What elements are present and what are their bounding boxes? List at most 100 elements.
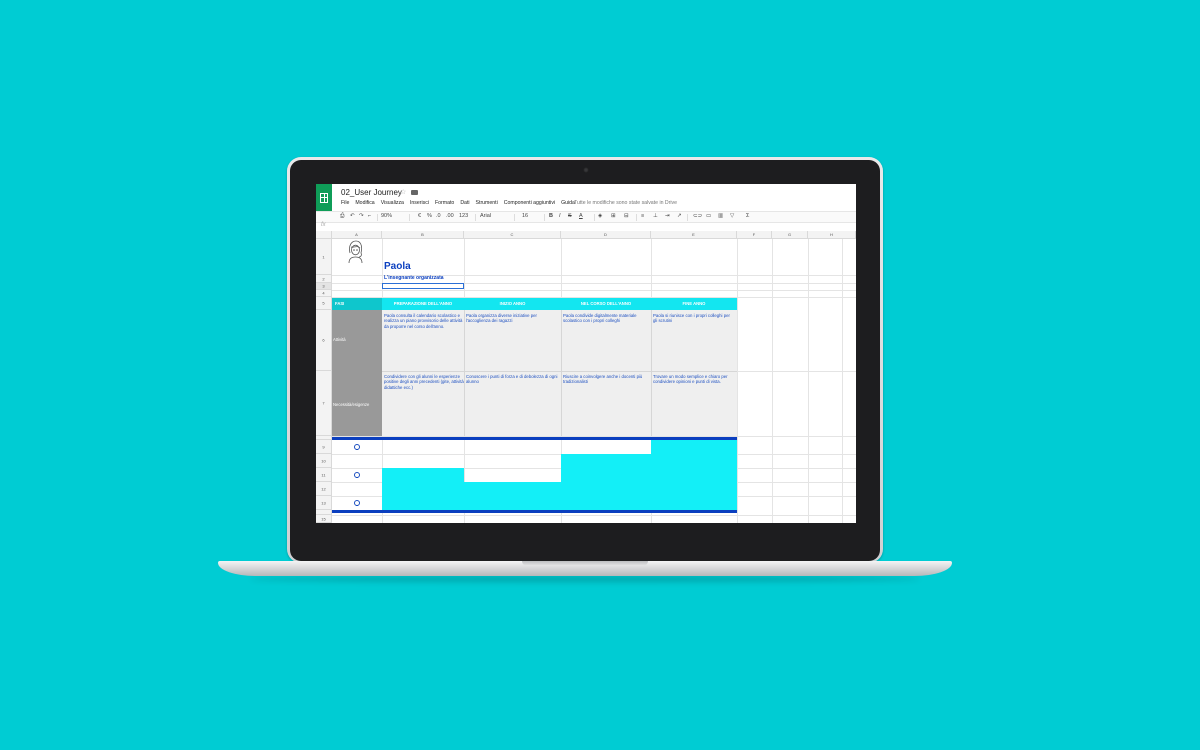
menu-guida[interactable]: Guida bbox=[561, 200, 575, 206]
need-cell[interactable]: Conoscere i punti di forza e di debolezz… bbox=[466, 374, 558, 385]
font-size-select[interactable]: 16 bbox=[522, 213, 528, 219]
menu-componenti-aggiuntivi[interactable]: Componenti aggiuntivi bbox=[504, 200, 555, 206]
persona-avatar-icon bbox=[348, 240, 363, 264]
gridline bbox=[737, 239, 738, 523]
row-header-1[interactable]: 1 bbox=[316, 239, 332, 275]
need-cell[interactable]: Riuscire a coinvolgere anche i docenti p… bbox=[563, 374, 643, 385]
borders-icon[interactable]: ⊞ bbox=[611, 213, 616, 219]
menu-strumenti[interactable]: Strumenti bbox=[476, 200, 498, 206]
gridline bbox=[464, 310, 465, 436]
toolbar-divider bbox=[594, 214, 595, 221]
column-header-e[interactable]: E bbox=[651, 231, 737, 239]
filter-icon[interactable]: ▽ bbox=[730, 213, 734, 219]
activity-cell[interactable]: Paola consulta il calendario scolastico … bbox=[384, 313, 464, 329]
text-wrap-icon[interactable]: ⇥ bbox=[665, 213, 670, 219]
phase-inizio-anno: INIZIO ANNO bbox=[464, 298, 561, 310]
row-number: 13 bbox=[321, 500, 326, 505]
currency-button[interactable]: € bbox=[418, 213, 421, 219]
column-header-g[interactable]: G bbox=[772, 231, 808, 239]
row-header-2[interactable]: 2 bbox=[316, 275, 332, 283]
document-title[interactable]: 02_User Journey bbox=[341, 188, 402, 197]
strikethrough-button[interactable]: S bbox=[568, 213, 572, 219]
row-header-9[interactable]: 9 bbox=[316, 440, 332, 454]
emotion-bar bbox=[651, 440, 737, 510]
menu-formato[interactable]: Formato bbox=[435, 200, 454, 206]
toolbar-divider bbox=[475, 214, 476, 221]
column-header-f[interactable]: F bbox=[737, 231, 772, 239]
font-select[interactable]: Arial bbox=[480, 213, 491, 219]
activity-cell[interactable]: Paola si riunisce con i propri colleghi … bbox=[653, 313, 733, 324]
persona-name: Paola bbox=[384, 261, 411, 272]
sheet-grid[interactable]: A B C D E F G H 1 2 3 4 5 6 7 9 10 11 12… bbox=[316, 231, 856, 523]
undo-icon[interactable]: ↶ bbox=[350, 213, 355, 219]
zoom-select[interactable]: 90% bbox=[381, 213, 392, 219]
activity-cell[interactable]: Paola organizza diverse iniziative per l… bbox=[466, 313, 558, 324]
column-header-d[interactable]: D bbox=[561, 231, 651, 239]
menu-dati[interactable]: Dati bbox=[460, 200, 469, 206]
row-header-6[interactable]: 6 bbox=[316, 310, 332, 371]
menu-file[interactable]: File bbox=[341, 200, 349, 206]
gridline bbox=[651, 310, 652, 436]
column-header-c[interactable]: C bbox=[464, 231, 561, 239]
select-all-corner[interactable] bbox=[316, 231, 332, 239]
menu-visualizza[interactable]: Visualizza bbox=[381, 200, 404, 206]
chart-icon[interactable]: ▥ bbox=[718, 213, 723, 219]
gridline bbox=[808, 239, 809, 523]
row-label-attivita: Attività bbox=[333, 337, 346, 342]
functions-button[interactable]: Σ bbox=[746, 213, 749, 219]
gridline bbox=[382, 371, 737, 372]
percent-button[interactable]: % bbox=[427, 213, 432, 219]
toolbar-divider bbox=[514, 214, 515, 221]
need-cell[interactable]: Condividere con gli alunni le esperienze… bbox=[384, 374, 464, 390]
text-rotation-icon[interactable]: ↗ bbox=[677, 213, 682, 219]
bold-button[interactable]: B bbox=[549, 213, 553, 219]
camera-icon bbox=[583, 167, 589, 173]
row-number: 12 bbox=[321, 486, 326, 491]
comment-icon[interactable]: ▭ bbox=[706, 213, 711, 219]
decrease-decimals-button[interactable]: .0 bbox=[436, 213, 441, 219]
merge-cells-icon[interactable]: ⊟ bbox=[624, 213, 629, 219]
number-format-select[interactable]: 123 bbox=[459, 213, 468, 219]
star-icon[interactable]: ☆ bbox=[400, 188, 406, 196]
row-header-10[interactable]: 10 bbox=[316, 454, 332, 468]
row-number: 5 bbox=[322, 300, 325, 306]
emotion-bar bbox=[382, 468, 464, 510]
row-header-3[interactable]: 3 bbox=[316, 283, 332, 290]
toolbar-divider bbox=[544, 214, 545, 221]
save-status[interactable]: Tutte le modifiche sono state salvate in… bbox=[574, 200, 677, 206]
phase-preparazione: PREPARAZIONE DELL'ANNO bbox=[382, 298, 464, 310]
sheets-logo-icon[interactable] bbox=[316, 184, 332, 213]
row-header-13[interactable]: 13 bbox=[316, 496, 332, 510]
paint-format-icon[interactable]: ⌐ bbox=[368, 213, 371, 219]
row-header-15[interactable]: 15 bbox=[316, 515, 332, 523]
print-icon[interactable]: ⎙ bbox=[340, 213, 344, 220]
align-horizontal-icon[interactable]: ≡ bbox=[641, 213, 644, 219]
row-header-11[interactable]: 11 bbox=[316, 468, 332, 482]
fx-icon: fx bbox=[321, 222, 326, 228]
phase-corso-anno: NEL CORSO DELL'ANNO bbox=[561, 298, 651, 310]
menu-modifica[interactable]: Modifica bbox=[355, 200, 374, 206]
fill-color-icon[interactable]: ◈ bbox=[598, 213, 602, 219]
redo-icon[interactable]: ↷ bbox=[359, 213, 364, 219]
emotion-bar bbox=[561, 454, 651, 510]
spreadsheet-app: 02_User Journey ☆ File Modifica Visualizza… bbox=[316, 184, 856, 523]
activity-cell[interactable]: Paola condivide digitalmente materiale s… bbox=[563, 313, 643, 324]
align-vertical-icon[interactable]: ⊥ bbox=[653, 213, 658, 219]
row-header-12[interactable]: 12 bbox=[316, 482, 332, 496]
row-header-7[interactable]: 7 bbox=[316, 371, 332, 436]
toolbar-divider bbox=[636, 214, 637, 221]
happy-face-icon bbox=[354, 444, 360, 450]
row-header-4[interactable]: 4 bbox=[316, 290, 332, 297]
column-header-h[interactable]: H bbox=[808, 231, 856, 239]
need-cell[interactable]: Trovare un modo semplice e chiaro per co… bbox=[653, 374, 733, 385]
italic-button[interactable]: I bbox=[559, 213, 561, 219]
column-header-a[interactable]: A bbox=[332, 231, 382, 239]
link-icon[interactable]: ⊂⊃ bbox=[693, 213, 702, 219]
menu-inserisci[interactable]: Inserisci bbox=[410, 200, 429, 206]
row-header-5[interactable]: 5 bbox=[316, 297, 332, 310]
folder-icon[interactable] bbox=[411, 190, 418, 195]
selected-cell[interactable] bbox=[382, 283, 464, 289]
increase-decimals-button[interactable]: .00 bbox=[446, 213, 454, 219]
text-color-button[interactable]: A bbox=[579, 213, 583, 219]
column-header-b[interactable]: B bbox=[382, 231, 464, 239]
